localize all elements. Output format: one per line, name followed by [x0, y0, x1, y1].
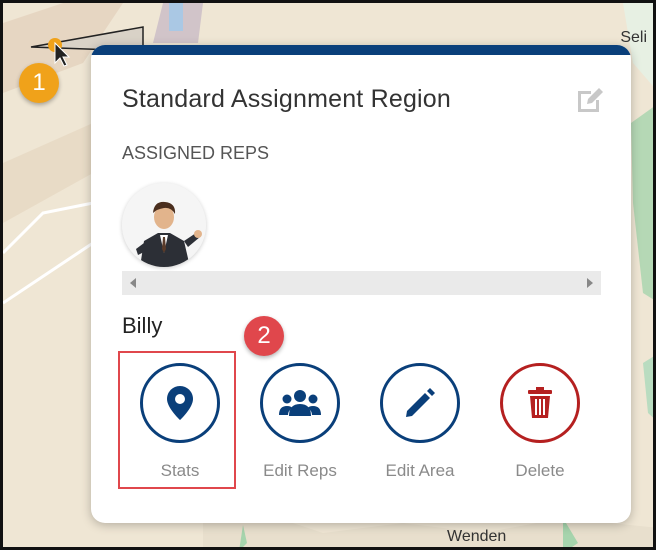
stats-button[interactable]: Stats — [127, 363, 237, 483]
rep-photo — [122, 183, 206, 267]
stats-label: Stats — [160, 461, 200, 480]
app-frame: Seli Wenden 1 Standard Assignment Region… — [0, 0, 656, 550]
trash-icon — [528, 387, 552, 418]
stats-button-circle — [140, 363, 220, 443]
assigned-reps-label: ASSIGNED REPS — [122, 143, 270, 163]
scroll-right-icon[interactable] — [587, 278, 593, 288]
map-place-label: Wenden — [447, 528, 507, 545]
rep-avatar[interactable] — [122, 183, 206, 267]
annotation-badge-1: 1 — [19, 63, 59, 103]
region-title: Standard Assignment Region — [122, 85, 452, 113]
edit-area-button[interactable]: Edit Area — [367, 363, 477, 483]
delete-button-circle — [500, 363, 580, 443]
edit-icon[interactable] — [575, 85, 605, 115]
edit-area-label: Edit Area — [385, 461, 455, 480]
users-icon — [279, 390, 321, 416]
edit-reps-button[interactable]: Edit Reps — [247, 363, 357, 483]
annotation-badge-2: 2 — [244, 316, 284, 356]
edit-reps-label: Edit Reps — [263, 461, 337, 480]
pencil-icon — [406, 388, 435, 417]
popup-topbar — [91, 45, 631, 55]
rep-name: Billy — [122, 313, 163, 338]
delete-label: Delete — [515, 461, 565, 480]
edit-reps-button-circle — [260, 363, 340, 443]
reps-scrollbar[interactable] — [122, 271, 601, 295]
scroll-left-icon[interactable] — [130, 278, 136, 288]
map-pin-icon — [167, 386, 193, 420]
region-popup: Standard Assignment Region ASSIGNED REPS — [91, 45, 631, 523]
delete-button[interactable]: Delete — [487, 363, 597, 483]
edit-area-button-circle — [380, 363, 460, 443]
